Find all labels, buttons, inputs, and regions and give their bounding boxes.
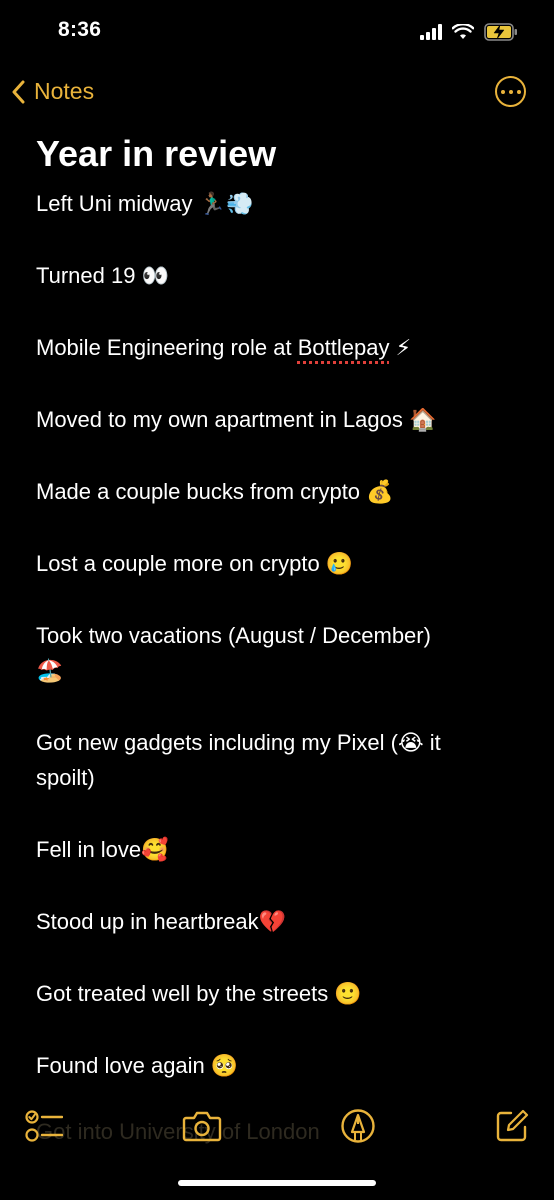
note-line[interactable]: Found love again 🥺: [36, 1048, 526, 1083]
back-label: Notes: [34, 78, 95, 104]
note-title[interactable]: Year in review: [36, 132, 526, 176]
compose-icon: [496, 1109, 529, 1142]
note-line[interactable]: Fell in love🥰: [36, 832, 526, 867]
home-indicator[interactable]: [178, 1180, 376, 1186]
more-options-button[interactable]: [495, 76, 526, 107]
wifi-icon: [452, 24, 474, 39]
misspelled-word[interactable]: Bottlepay: [298, 335, 390, 360]
note-line[interactable]: Got new gadgets including my Pixel (😭 it: [36, 725, 526, 760]
bottom-toolbar: [0, 1100, 554, 1160]
camera-button[interactable]: [182, 1106, 222, 1146]
note-line-suffix: ⚡: [389, 335, 412, 360]
status-icons: [420, 20, 518, 44]
chevron-left-icon: [12, 80, 25, 103]
note-line[interactable]: Got treated well by the streets 🙂: [36, 976, 526, 1011]
note-line[interactable]: Mobile Engineering role at Bottlepay ⚡: [36, 330, 526, 365]
back-button[interactable]: Notes: [12, 78, 94, 105]
status-time: 8:36: [58, 18, 102, 41]
battery-charging-icon: [484, 23, 517, 41]
note-body[interactable]: Year in review Left Uni midway 🏃🏾‍♂️💨 Tu…: [36, 132, 526, 1083]
note-line[interactable]: Left Uni midway 🏃🏾‍♂️💨: [36, 186, 526, 221]
cellular-signal-icon: [420, 24, 442, 40]
note-line[interactable]: Moved to my own apartment in Lagos 🏠: [36, 402, 526, 437]
note-line[interactable]: 🏖️: [36, 653, 526, 688]
checklist-icon: [25, 1110, 63, 1142]
note-line[interactable]: Stood up in heartbreak💔: [36, 904, 526, 939]
note-line[interactable]: Turned 19 👀: [36, 258, 526, 293]
more-options-icon: [500, 89, 505, 94]
camera-icon: [182, 1111, 222, 1142]
checklist-button[interactable]: [24, 1106, 64, 1146]
compose-button[interactable]: [492, 1106, 532, 1146]
markup-pen-icon: [341, 1109, 375, 1143]
note-line-text: Mobile Engineering role at: [36, 335, 298, 360]
status-bar: 8:36: [0, 0, 554, 64]
nav-bar: Notes: [0, 70, 554, 120]
note-line[interactable]: Made a couple bucks from crypto 💰: [36, 474, 526, 509]
note-line[interactable]: Lost a couple more on crypto 🥲: [36, 546, 526, 581]
markup-button[interactable]: [338, 1106, 378, 1146]
note-line[interactable]: spoilt): [36, 760, 526, 795]
note-line[interactable]: Took two vacations (August / December): [36, 618, 526, 653]
